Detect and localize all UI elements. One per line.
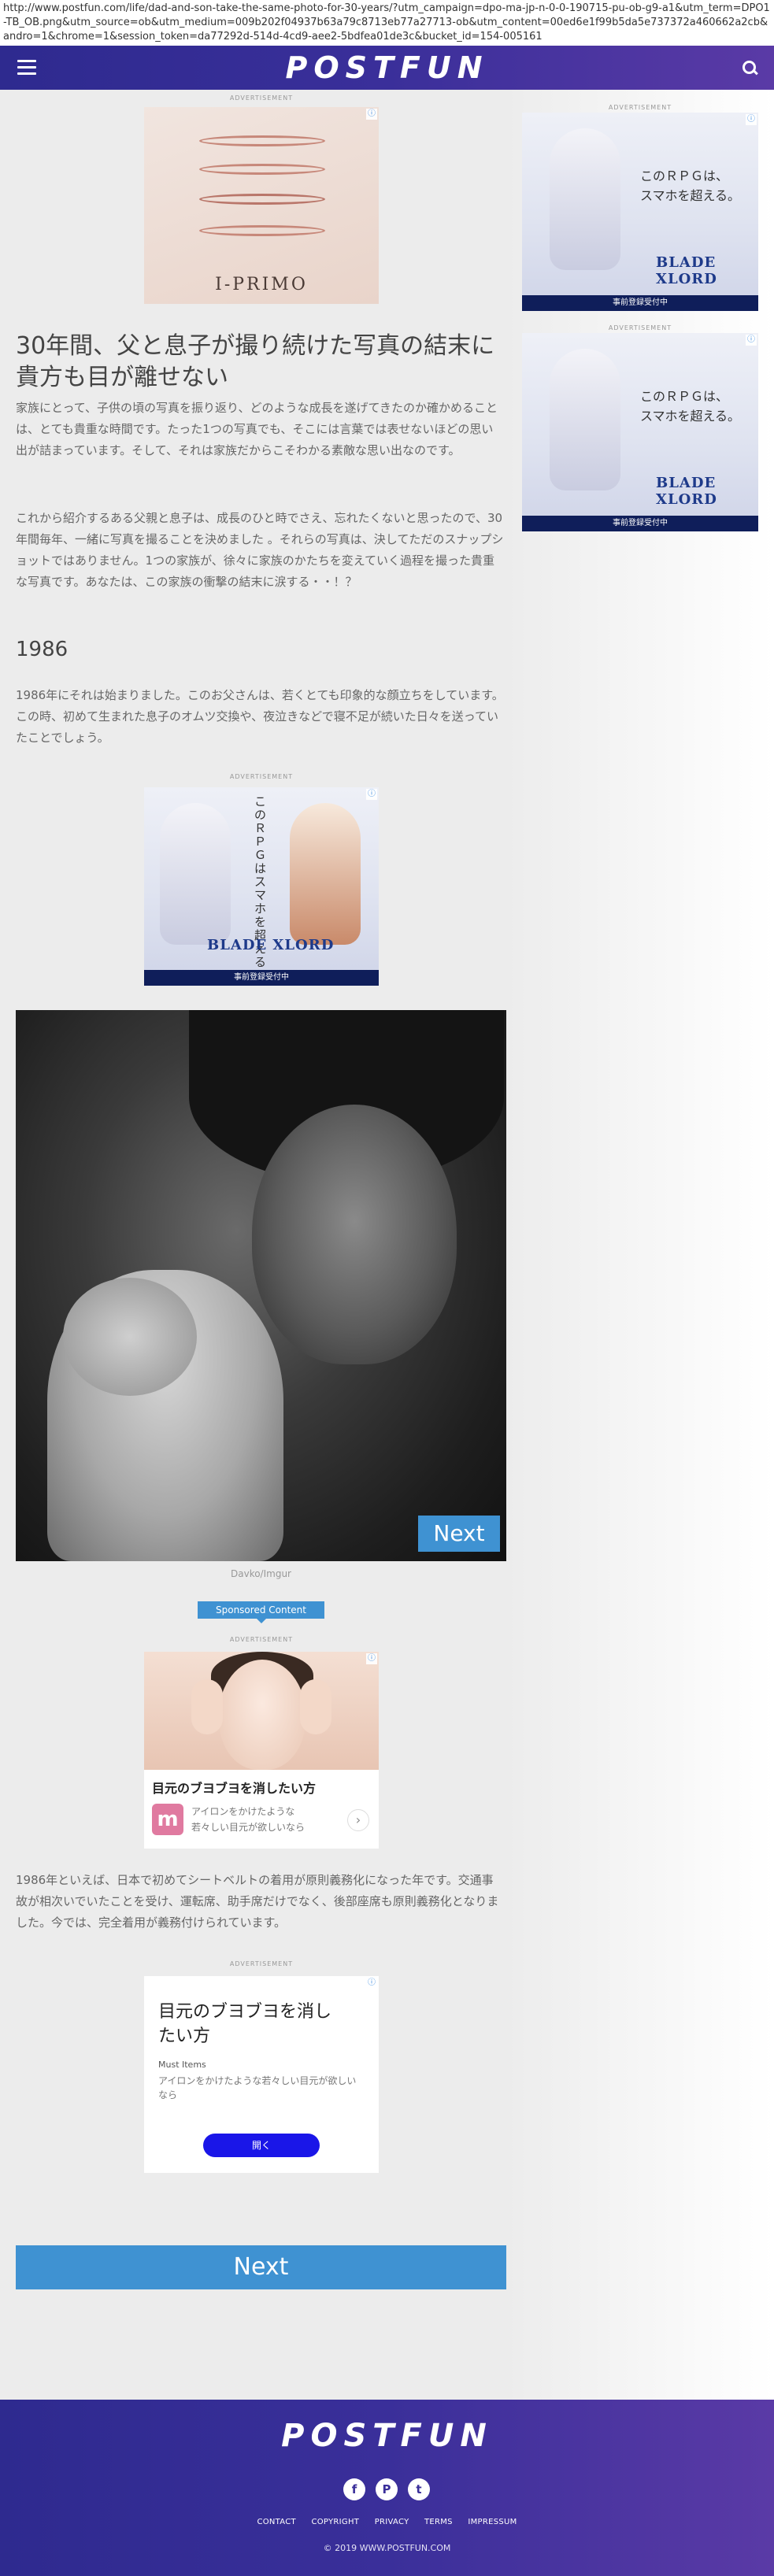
ad-info-icon[interactable]: ⓘ (746, 335, 757, 346)
ad-headline-2: スマホを超える。 (640, 409, 741, 424)
copyright-text: © 2019 WWW.POSTFUN.COM (323, 2543, 451, 2553)
sidebar-game-ad-1[interactable]: ⓘ このＲＰＧは、 スマホを超える。 BLADE XLORD 事前登録受付中 (522, 113, 758, 311)
ad-label: ADVERTISEMENT (608, 104, 672, 111)
photo-next-button[interactable]: Next (418, 1516, 500, 1552)
twitter-icon[interactable]: t (408, 2478, 430, 2500)
ad-label: ADVERTISEMENT (229, 1960, 294, 1967)
ad-headline-1: このＲＰＧは、 (640, 389, 729, 404)
photo-baby-face (63, 1278, 197, 1396)
ad-info-icon[interactable]: ⓘ (366, 789, 377, 800)
text-ad[interactable]: ⓘ 目元のブヨブヨを消したい方 Must Items アイロンをかけたような若々… (144, 1976, 379, 2173)
facebook-icon[interactable]: f (343, 2478, 365, 2500)
sponsored-content-label: Sponsored Content (198, 1601, 324, 1619)
game-logo: BLADE XLORD (656, 254, 717, 287)
ad-headline-2: スマホを超える。 (640, 188, 741, 203)
section-heading: 1986 (16, 638, 69, 661)
character-illustration (550, 349, 620, 490)
ad-info-icon[interactable]: ⓘ (366, 1978, 377, 1989)
top-navbar: POSTFUN (0, 46, 774, 90)
ad-band: 事前登録受付中 (144, 970, 379, 986)
photo-father-face (252, 1105, 457, 1364)
ring-image (199, 194, 325, 205)
ad-band: 事前登録受付中 (522, 516, 758, 531)
ad-label: ADVERTISEMENT (229, 1636, 294, 1643)
ad-info-icon[interactable]: ⓘ (366, 1653, 377, 1664)
ad-label: ADVERTISEMENT (229, 94, 294, 102)
ad-band: 事前登録受付中 (522, 295, 758, 311)
beauty-ad-headline: 目元のブヨブヨを消したい方 (152, 1781, 317, 1796)
footer-link-copyright[interactable]: COPYRIGHT (311, 2518, 359, 2526)
brand-m-icon: m (152, 1804, 183, 1835)
footer-link-privacy[interactable]: PRIVACY (375, 2518, 409, 2526)
sidebar-game-ad-2[interactable]: ⓘ このＲＰＧは、 スマホを超える。 BLADE XLORD 事前登録受付中 (522, 333, 758, 531)
article-paragraph: 1986年にそれは始まりました。このお父さんは、若くとても印象的な顔立ちをしてい… (16, 688, 504, 745)
article-paragraph: 家族にとって、子供の頃の写真を振り返り、どのような成長を遂げてきたのか確かめるこ… (16, 401, 498, 457)
article-game-ad[interactable]: ⓘ このＲＰＧはスマホを超える BLADE XLORD 事前登録受付中 (144, 787, 379, 986)
text-ad-headline: 目元のブヨブヨを消したい方 (158, 2002, 332, 2046)
ad-brand: I-PRIMO (215, 275, 308, 294)
ad-info-icon[interactable]: ⓘ (746, 114, 757, 125)
character-illustration (550, 128, 620, 270)
chevron-right-icon[interactable]: › (347, 1809, 369, 1831)
beauty-hand (191, 1679, 223, 1734)
ad-info-icon[interactable]: ⓘ (366, 109, 377, 120)
search-icon[interactable] (741, 59, 758, 76)
game-logo: BLADE XLORD (207, 937, 335, 953)
ring-image (199, 135, 325, 146)
game-logo: BLADE XLORD (656, 475, 717, 508)
ring-image (199, 225, 325, 236)
ad-label: ADVERTISEMENT (608, 324, 672, 331)
character-illustration (290, 803, 361, 945)
ad-label: ADVERTISEMENT (229, 773, 294, 780)
beauty-sub-line-1: アイロンをかけたような (191, 1806, 295, 1817)
sponsored-pointer (257, 1619, 266, 1623)
beauty-ad-image (144, 1652, 379, 1770)
jewelry-ad[interactable]: ⓘ I-PRIMO (144, 107, 379, 304)
pinterest-icon[interactable]: P (376, 2478, 398, 2500)
footer-links: CONTACT COPYRIGHT PRIVACY TERMS IMPRESSU… (0, 2518, 774, 2526)
text-ad-sponsor: Must Items (158, 2060, 206, 2070)
ring-image (199, 164, 325, 175)
ad-headline-1: このＲＰＧは、 (640, 168, 729, 183)
beauty-ad-subtext: アイロンをかけたような 若々しい目元が欲しいなら (191, 1804, 305, 1835)
address-bar-url[interactable]: http://www.postfun.com/life/dad-and-son-… (0, 0, 774, 46)
site-footer: POSTFUN f P t CONTACT COPYRIGHT PRIVACY … (0, 2400, 774, 2576)
beauty-ad[interactable]: ⓘ 目元のブヨブヨを消したい方 m アイロンをかけたような 若々しい目元が欲しいな… (144, 1652, 379, 1849)
article-paragraph: これから紹介するある父親と息子は、成長のひと時でさえ、忘れたくないと思ったので、… (16, 511, 504, 589)
site-logo[interactable]: POSTFUN (0, 52, 774, 83)
beauty-face (219, 1660, 306, 1770)
article-paragraph: 1986年といえば、日本で初めてシートベルトの着用が原則義務化になった年です。交… (16, 1873, 499, 1930)
footer-link-contact[interactable]: CONTACT (257, 2518, 296, 2526)
next-page-button[interactable]: Next (16, 2245, 506, 2289)
beauty-hand (300, 1679, 331, 1734)
beauty-sub-line-2: 若々しい目元が欲しいなら (191, 1822, 306, 1833)
photo-credit: Davko/Imgur (231, 1568, 291, 1579)
article-photo: Next (16, 1010, 506, 1561)
article-title: 30年間、父と息子が撮り続けた写真の結末に貴方も目が離せない (16, 332, 495, 391)
text-ad-open-button[interactable]: 開く (203, 2134, 320, 2157)
footer-link-impressum[interactable]: IMPRESSUM (468, 2518, 517, 2526)
character-illustration (160, 803, 231, 945)
text-ad-description: アイロンをかけたような若々しい目元が欲しいなら (158, 2075, 357, 2100)
footer-logo[interactable]: POSTFUN (0, 2419, 774, 2453)
footer-link-terms[interactable]: TERMS (424, 2518, 453, 2526)
